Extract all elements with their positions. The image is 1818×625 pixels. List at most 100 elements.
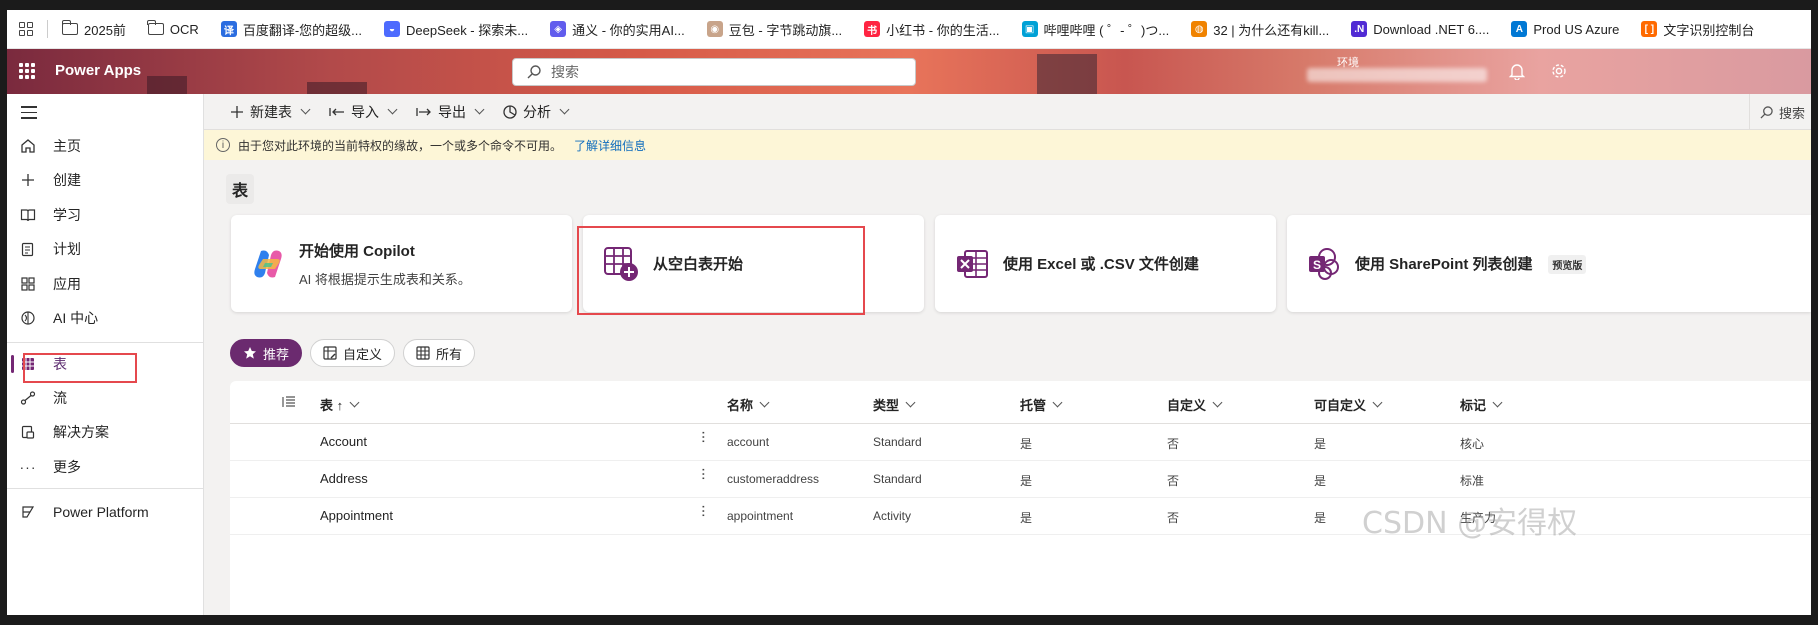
more-options-icon[interactable]: ···	[694, 467, 712, 480]
ai-hub-icon	[19, 309, 37, 327]
bookmark-item[interactable]: ◉ 豆包 - 字节跳动旗...	[706, 20, 842, 39]
filter-custom[interactable]: 自定义	[310, 339, 396, 367]
export-button[interactable]: 导出	[416, 102, 485, 122]
bookmark-item[interactable]: ◈ 通义 - 你的实用AI...	[550, 20, 685, 39]
app-launcher-icon[interactable]	[19, 63, 35, 79]
bookmark-item[interactable]: ◍ 32 | 为什么还有kill...	[1191, 20, 1329, 39]
nav-item-flows[interactable]: 流	[7, 381, 204, 415]
bookmark-label: 哔哩哔哩 ( ゜- ゜)つ...	[1043, 22, 1170, 38]
column-header-customizable[interactable]: 可自定义	[1314, 395, 1383, 414]
column-header-managed[interactable]: 托管	[1020, 395, 1063, 414]
nav-item-learn[interactable]: 学习	[7, 198, 204, 232]
cell-table[interactable]: Account	[320, 434, 367, 449]
search-placeholder: 搜索	[551, 64, 579, 80]
list-details-icon[interactable]	[282, 396, 296, 408]
chevron-down-icon	[1212, 397, 1223, 408]
grid-icon	[416, 346, 430, 360]
geekbang-icon: ◍	[1191, 21, 1208, 37]
apps-grid-icon[interactable]	[19, 22, 33, 36]
xiaohongshu-icon: 书	[864, 21, 881, 37]
cell-table[interactable]: Address	[320, 471, 368, 486]
nav-divider	[7, 488, 204, 489]
card-copilot[interactable]: 开始使用 Copilot AI 将根据提示生成表和关系。	[231, 215, 572, 312]
azure-icon: A	[1511, 21, 1528, 37]
bookmark-item[interactable]: ▣ 哔哩哔哩 ( ゜- ゜)つ...	[1021, 20, 1170, 39]
bookmark-item[interactable]: 译百度翻译-您的超级...	[220, 20, 362, 39]
more-options-icon[interactable]: ···	[694, 430, 712, 443]
filter-all[interactable]: 所有	[403, 339, 476, 367]
export-icon	[416, 107, 431, 116]
column-label: 标记	[1460, 398, 1487, 413]
cell-customizable: 是	[1314, 511, 1327, 525]
nav-label: 计划	[53, 241, 81, 257]
learn-more-link[interactable]: 了解详细信息	[574, 137, 646, 154]
bookmark-item[interactable]: 2025前	[61, 20, 126, 39]
more-options-icon[interactable]: ···	[694, 504, 712, 517]
cell-table[interactable]: Appointment	[320, 508, 393, 523]
bilibili-icon: ▣	[1021, 21, 1038, 37]
bookmark-item[interactable]: .N Download .NET 6....	[1351, 21, 1489, 37]
nav-item-create[interactable]: 创建	[7, 163, 204, 197]
filter-label: 所有	[436, 346, 463, 362]
column-label: 名称	[727, 398, 754, 413]
svg-text:S: S	[1313, 258, 1321, 272]
filter-recommended[interactable]: 推荐	[230, 339, 303, 367]
cell-managed: 是	[1020, 511, 1033, 525]
grid-header: 表 ↑ 名称 类型 托管 自定义 可自定义 标记	[230, 381, 1811, 424]
nav-label: 学习	[53, 207, 81, 223]
analyze-button[interactable]: 分析	[503, 102, 570, 122]
left-navigation: 主页 创建 学习 计划 应用 AI 中心 表 流 解决方案 ··· 更多 Pow…	[7, 94, 204, 615]
bookmark-label: 32 | 为什么还有kill...	[1213, 22, 1330, 38]
import-icon	[329, 107, 344, 116]
column-header-custom[interactable]: 自定义	[1167, 395, 1223, 414]
export-label: 导出	[438, 103, 466, 120]
new-table-button[interactable]: 新建表	[230, 102, 311, 122]
nav-item-plan[interactable]: 计划	[7, 232, 204, 266]
table-row[interactable]: Account ··· account Standard 是 否 是 核心	[230, 424, 1811, 461]
nav-label: 流	[53, 390, 67, 406]
column-label: 自定义	[1167, 398, 1207, 413]
solution-icon	[19, 423, 37, 441]
nav-label: 创建	[53, 172, 81, 188]
table-search-button[interactable]: 搜索	[1749, 94, 1811, 130]
bookmark-label: DeepSeek - 探索未...	[405, 22, 529, 38]
cell-name: appointment	[727, 509, 794, 523]
banner-text: 由于您对此环境的当前特权的缘故，一个或多个命令不可用。	[238, 138, 563, 153]
app-name[interactable]: Power Apps	[55, 62, 141, 79]
hamburger-menu-icon[interactable]	[21, 106, 37, 123]
nav-item-apps[interactable]: 应用	[7, 267, 204, 301]
star-icon	[244, 347, 256, 359]
bookmark-item[interactable]: A Prod US Azure	[1511, 21, 1619, 37]
bell-icon[interactable]	[1509, 63, 1525, 80]
nav-item-ai-hub[interactable]: AI 中心	[7, 301, 204, 335]
bookmark-item[interactable]: ◒ DeepSeek - 探索未...	[383, 20, 529, 39]
card-subtitle: AI 将根据提示生成表和关系。	[299, 271, 471, 287]
column-header-type[interactable]: 类型	[873, 395, 916, 414]
import-button[interactable]: 导入	[329, 102, 398, 122]
bookmark-item[interactable]: [ ] 文字识别控制台	[1641, 20, 1754, 39]
chevron-down-icon	[559, 104, 570, 115]
plan-icon	[19, 240, 37, 258]
environment-picker[interactable]	[1307, 68, 1487, 82]
column-header-table[interactable]: 表 ↑	[320, 395, 360, 414]
bookmark-label: Prod US Azure	[1533, 21, 1620, 37]
bookmark-item[interactable]: 书小红书 - 你的生活...	[864, 20, 1000, 39]
card-excel-csv[interactable]: 使用 Excel 或 .CSV 文件创建	[935, 215, 1276, 312]
card-sharepoint[interactable]: S 使用 SharePoint 列表创建 预览版	[1287, 215, 1811, 312]
nav-label: 更多	[53, 459, 81, 475]
nav-item-solutions[interactable]: 解决方案	[7, 415, 204, 449]
global-search-input[interactable]: 搜索	[512, 58, 916, 86]
app-header: Power Apps 搜索 环境	[7, 49, 1811, 94]
nav-item-power-platform[interactable]: Power Platform	[7, 495, 204, 529]
page-title: 表	[226, 174, 254, 204]
nav-item-more[interactable]: ··· 更多	[7, 450, 204, 484]
command-bar: 新建表 导入 导出 分析 搜索	[204, 94, 1811, 130]
chevron-down-icon	[1372, 397, 1383, 408]
gear-icon[interactable]	[1551, 63, 1567, 79]
bookmark-item[interactable]: OCR	[147, 20, 199, 37]
table-row[interactable]: Address ··· customeraddress Standard 是 否…	[230, 461, 1811, 498]
cell-type: Standard	[873, 472, 922, 486]
nav-item-home[interactable]: 主页	[7, 129, 204, 163]
column-header-tag[interactable]: 标记	[1460, 395, 1503, 414]
column-header-name[interactable]: 名称	[727, 395, 770, 414]
